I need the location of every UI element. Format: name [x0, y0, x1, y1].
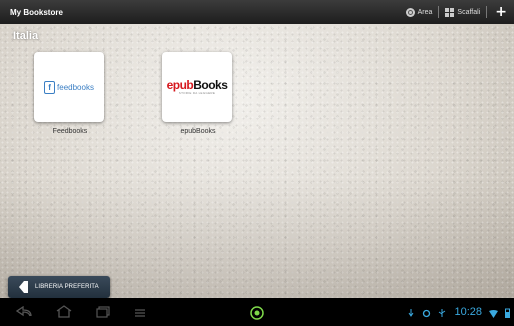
wifi-icon — [489, 303, 498, 322]
store-feedbooks[interactable]: f feedbooks Feedbooks — [34, 52, 106, 135]
shelf-button[interactable]: Scaffali — [445, 7, 481, 17]
app-title: My Bookstore — [10, 7, 63, 17]
globe-icon — [405, 7, 415, 17]
clock: 10:28 — [454, 306, 482, 318]
store-epubbooks[interactable]: epubBooks STORIE DA LEGGERE epubBooks — [162, 52, 234, 135]
bookmark-icon — [17, 281, 29, 293]
area-label: Area — [417, 8, 433, 16]
screen: My Bookstore Area Scaffali + Italia f fe… — [0, 0, 514, 326]
shelf-icon — [445, 7, 455, 17]
system-nav-bar: 10:28 — [0, 298, 514, 326]
notification-icon — [407, 303, 415, 322]
feedbooks-f-icon: f — [44, 80, 56, 94]
epubbooks-logo: epubBooks STORIE DA LEGGERE — [166, 78, 228, 95]
favorite-store-button[interactable]: LIBRERIA PREFERITA — [8, 276, 110, 298]
feedbooks-logo: f feedbooks — [44, 80, 94, 94]
usb-icon — [438, 303, 447, 322]
back-icon[interactable] — [15, 303, 32, 322]
store-name: Feedbooks — [52, 128, 88, 135]
store-tile[interactable]: f feedbooks — [34, 52, 104, 122]
action-bar: My Bookstore Area Scaffali + — [0, 0, 514, 24]
home-icon[interactable] — [56, 303, 72, 322]
recent-apps-icon[interactable] — [96, 303, 110, 322]
status-area[interactable]: 10:28 — [407, 298, 510, 326]
settings-icon — [422, 303, 431, 322]
section-title: Italia — [13, 30, 39, 42]
plus-icon[interactable]: + — [495, 5, 507, 19]
shelf-label: Scaffali — [457, 8, 481, 16]
favorite-store-label: LIBRERIA PREFERITA — [35, 284, 99, 290]
menu-icon[interactable] — [134, 303, 146, 322]
battery-icon — [505, 303, 510, 322]
store-tile[interactable]: epubBooks STORIE DA LEGGERE — [162, 52, 232, 122]
app-drawer-icon[interactable] — [250, 305, 264, 320]
area-button[interactable]: Area — [405, 7, 433, 17]
store-name: epubBooks — [180, 128, 216, 135]
